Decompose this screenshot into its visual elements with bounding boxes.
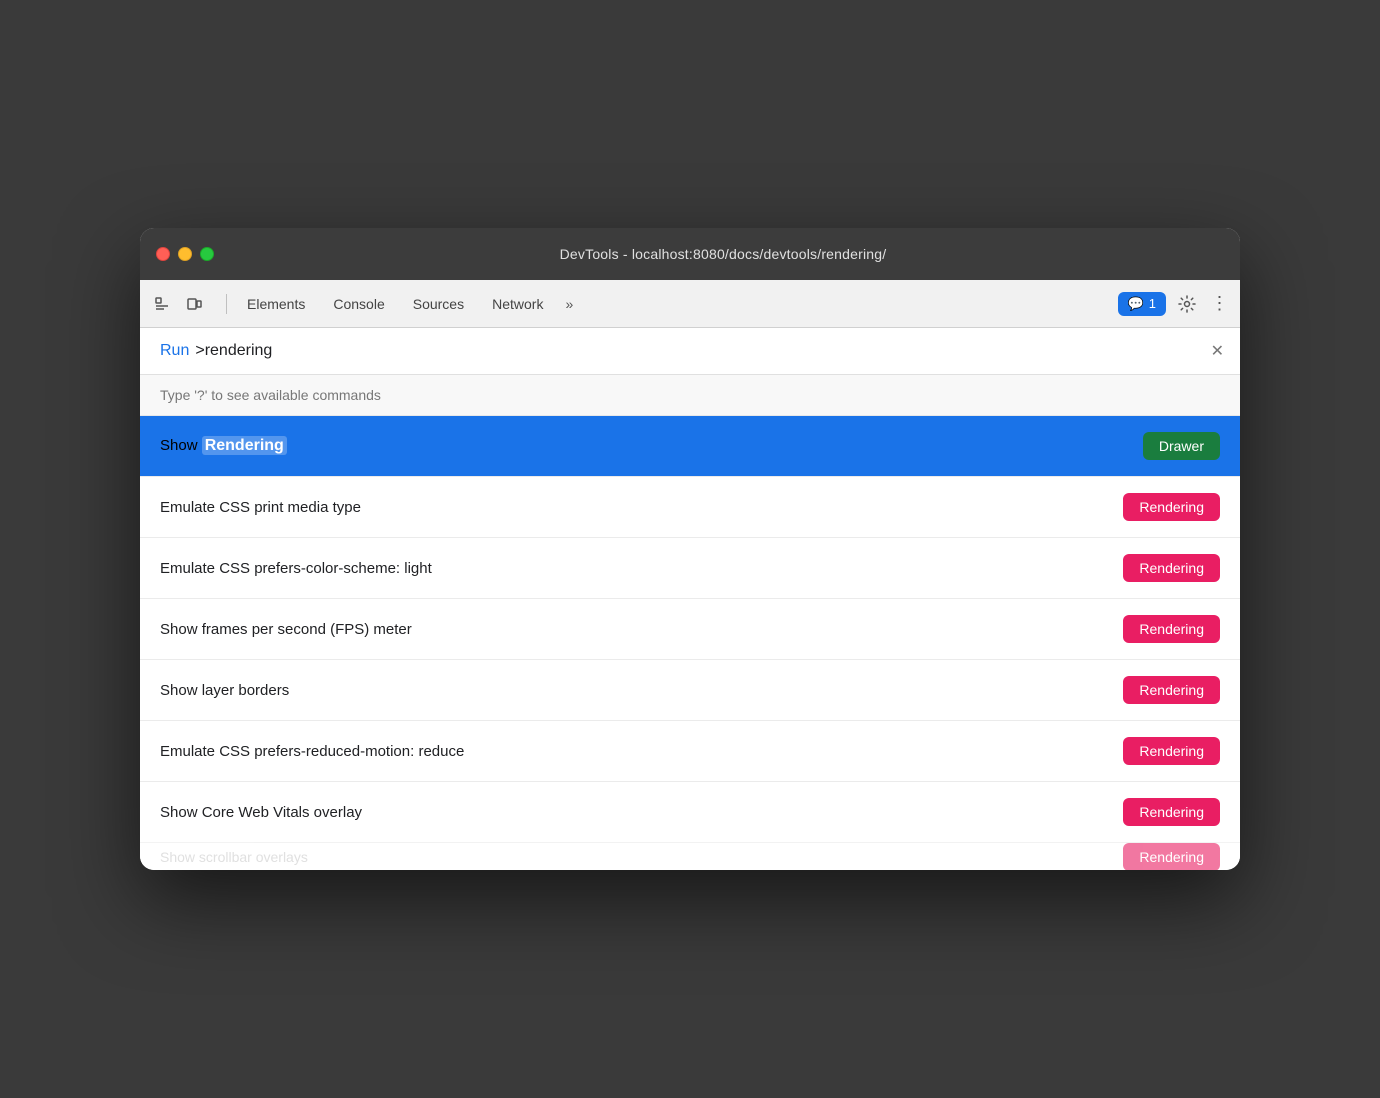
rendering-tag-button[interactable]: Rendering [1123, 493, 1220, 521]
minimize-button[interactable] [178, 247, 192, 261]
rendering-tag-button[interactable]: Rendering [1123, 676, 1220, 704]
command-label: Show Core Web Vitals overlay [160, 804, 362, 821]
more-options-button[interactable]: ⋮ [1208, 292, 1232, 316]
device-toolbar-button[interactable] [180, 290, 208, 318]
command-label: Show Rendering [160, 437, 287, 455]
command-label: Show layer borders [160, 682, 289, 699]
tab-sources[interactable]: Sources [399, 280, 478, 327]
command-row[interactable]: Show frames per second (FPS) meter Render… [140, 599, 1240, 660]
tab-more-button[interactable]: » [557, 290, 581, 318]
command-label: Emulate CSS print media type [160, 499, 361, 516]
command-row[interactable]: Emulate CSS prefers-reduced-motion: redu… [140, 721, 1240, 782]
devtools-window: DevTools - localhost:8080/docs/devtools/… [140, 228, 1240, 870]
rendering-tag-button[interactable]: Rendering [1123, 798, 1220, 826]
command-row[interactable]: Show Core Web Vitals overlay Rendering [140, 782, 1240, 842]
command-label: Show frames per second (FPS) meter [160, 621, 412, 638]
drawer-tag-button[interactable]: Drawer [1143, 432, 1220, 460]
settings-button[interactable] [1172, 289, 1202, 319]
run-label: Run [160, 342, 189, 360]
command-row[interactable]: Emulate CSS prefers-color-scheme: light R… [140, 538, 1240, 599]
bottom-clip: Show scrollbar overlays Rendering [140, 842, 1240, 870]
rendering-tag-button[interactable]: Rendering [1123, 615, 1220, 643]
tabbar-right: 💬 1 ⋮ [1118, 289, 1232, 319]
run-command-text: >rendering [195, 342, 272, 360]
command-row[interactable]: Show Rendering Drawer [140, 416, 1240, 477]
close-button[interactable] [156, 247, 170, 261]
traffic-lights [156, 247, 214, 261]
run-bar-close-icon[interactable]: ✕ [1211, 341, 1224, 361]
tab-network[interactable]: Network [478, 280, 557, 327]
tab-console[interactable]: Console [319, 280, 398, 327]
issues-badge-button[interactable]: 💬 1 [1118, 292, 1166, 316]
tabbar: Elements Console Sources Network » 💬 1 [140, 280, 1240, 328]
search-hint: Type '?' to see available commands [140, 375, 1240, 416]
fullscreen-button[interactable] [200, 247, 214, 261]
command-label: Emulate CSS prefers-reduced-motion: redu… [160, 743, 464, 760]
tab-elements[interactable]: Elements [233, 280, 319, 327]
titlebar: DevTools - localhost:8080/docs/devtools/… [140, 228, 1240, 280]
command-list: Show Rendering Drawer Emulate CSS print me… [140, 416, 1240, 842]
inspect-element-button[interactable] [148, 290, 176, 318]
content-area: Run >rendering ✕ Type '?' to see availab… [140, 328, 1240, 870]
bottom-clip-rendering-tag: Rendering [1123, 843, 1220, 871]
command-label: Emulate CSS prefers-color-scheme: light [160, 560, 432, 577]
rendering-tag-button[interactable]: Rendering [1123, 554, 1220, 582]
run-bar: Run >rendering ✕ [140, 328, 1240, 375]
rendering-tag-button[interactable]: Rendering [1123, 737, 1220, 765]
command-row[interactable]: Emulate CSS print media type Rendering [140, 477, 1240, 538]
window-title: DevTools - localhost:8080/docs/devtools/… [222, 246, 1224, 262]
issues-count: 1 [1149, 296, 1156, 311]
command-row[interactable]: Show layer borders Rendering [140, 660, 1240, 721]
tab-divider [226, 294, 227, 314]
issues-icon: 💬 [1128, 296, 1144, 312]
toolbar-icons [148, 290, 208, 318]
